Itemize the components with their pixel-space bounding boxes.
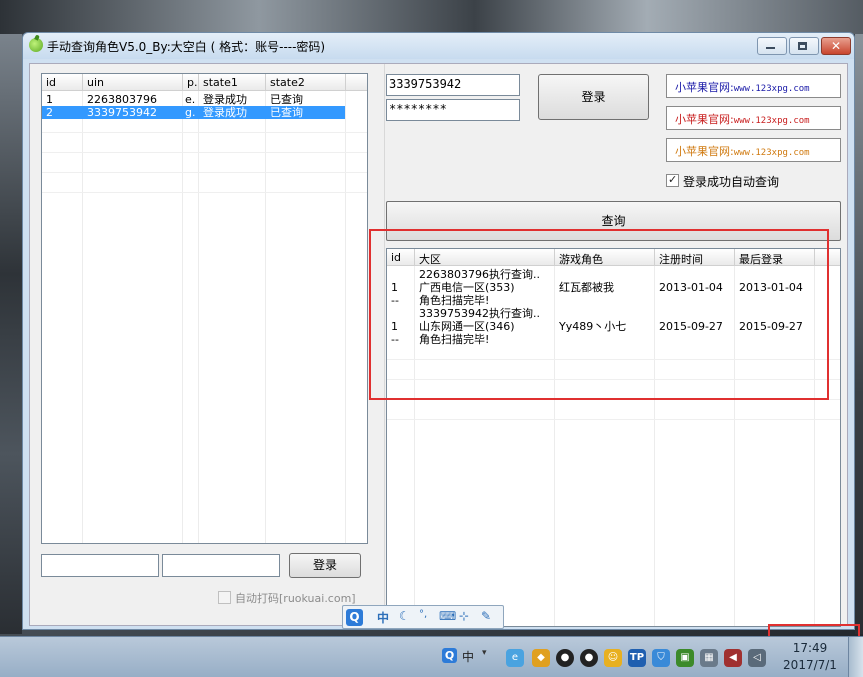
auto-query-checkbox[interactable] xyxy=(666,173,679,187)
cell-state1: 登录成功 xyxy=(203,106,247,119)
grid-line xyxy=(42,132,367,133)
title-bar[interactable]: 手动查询角色V5.0_By:大空白 ( 格式：账号----密码) ✕ xyxy=(23,33,854,59)
password-input[interactable] xyxy=(162,554,280,577)
site-link-orange[interactable]: 小苹果官网:www.123xpg.com xyxy=(666,138,841,162)
site-link-url: www.123xpg.com xyxy=(733,148,810,158)
cell-id: 1 xyxy=(46,93,53,106)
cell-p: g. xyxy=(185,106,196,119)
cell-state1: 登录成功 xyxy=(203,93,247,106)
apple-app-icon xyxy=(29,38,43,52)
clock-date: 2017/7/1 xyxy=(783,658,837,672)
site-link-prefix: 小苹果官网: xyxy=(675,113,734,126)
accounts-table-header: id uin p. state1 state2 xyxy=(42,74,367,91)
site-link-prefix: 小苹果官网: xyxy=(675,145,734,158)
game-tray-icon[interactable]: ◆ xyxy=(532,649,550,667)
grid-line xyxy=(387,419,840,420)
network-icon[interactable]: ▦ xyxy=(700,649,718,667)
emoji-tray-icon[interactable]: ☺ xyxy=(604,649,622,667)
qq-ime-tray-icon[interactable]: Q xyxy=(442,648,457,663)
punctuation-icon[interactable]: °, xyxy=(419,609,427,620)
grid-line xyxy=(42,192,367,193)
ime-toolbar[interactable]: Q 中 ☾ °, ⌨ ⊹ ✎ xyxy=(342,605,504,629)
table-row[interactable]: 1 2263803796 e. 登录成功 已查询 xyxy=(42,93,367,106)
moon-icon[interactable]: ☾ xyxy=(399,609,410,623)
volume-muted-icon[interactable]: ◀ xyxy=(724,649,742,667)
window-title: 手动查询角色V5.0_By:大空白 ( 格式：账号----密码) xyxy=(47,40,326,54)
header-id[interactable]: id xyxy=(42,74,83,91)
cell-p: e. xyxy=(185,93,196,106)
accounts-table[interactable]: id uin p. state1 state2 1 2263803796 e. … xyxy=(41,73,368,544)
cell-id: 2 xyxy=(46,106,53,119)
minimize-icon xyxy=(766,47,775,49)
account-input[interactable] xyxy=(41,554,159,577)
clock-time: 17:49 xyxy=(792,641,828,655)
site-link-url: www.123xpg.com xyxy=(733,84,810,94)
auto-captcha-checkbox[interactable] xyxy=(218,591,231,604)
cell-state2: 已查询 xyxy=(270,93,303,106)
bottom-login-button[interactable]: 登录 xyxy=(289,553,361,578)
highlight-results-box xyxy=(369,229,829,400)
qq-penguin-icon-2[interactable]: ● xyxy=(580,649,598,667)
close-button[interactable]: ✕ xyxy=(821,37,851,55)
wrench-icon[interactable]: ✎ xyxy=(481,609,491,623)
cell-uin: 3339753942 xyxy=(87,106,157,119)
qq-penguin-icon[interactable]: ● xyxy=(556,649,574,667)
grid-line xyxy=(82,91,83,543)
header-p[interactable]: p. xyxy=(183,74,199,91)
chevron-down-icon[interactable]: ▾ xyxy=(482,648,487,658)
speaker-icon[interactable]: ◁ xyxy=(748,649,766,667)
shield-icon[interactable]: ⛉ xyxy=(652,649,670,667)
close-icon: ✕ xyxy=(831,39,842,53)
nvidia-icon[interactable]: ▣ xyxy=(676,649,694,667)
desktop-wallpaper-top xyxy=(0,0,863,34)
site-link-blue[interactable]: 小苹果官网:www.123xpg.com xyxy=(666,74,841,98)
desktop-wallpaper-right xyxy=(855,34,863,634)
grid-line xyxy=(198,91,199,543)
tray-ime-mode[interactable]: 中 xyxy=(462,648,474,665)
grid-line xyxy=(42,152,367,153)
maximize-icon xyxy=(798,42,807,50)
login-password-field[interactable]: ******** xyxy=(386,99,520,121)
table-row-selected[interactable]: 2 3339753942 g. 登录成功 已查询 xyxy=(42,106,345,119)
desktop-wallpaper-left xyxy=(0,34,22,634)
tools-icon[interactable]: ⊹ xyxy=(459,609,469,623)
taskbar: Q 中 ▾ e ◆ ● ● ☺ TP ⛉ ▣ ▦ ◀ ◁ 17:49 2017/… xyxy=(0,636,863,677)
keyboard-icon[interactable]: ⌨ xyxy=(439,609,456,623)
show-desktop-button[interactable] xyxy=(848,637,863,677)
site-link-prefix: 小苹果官网: xyxy=(675,81,734,94)
grid-line xyxy=(265,91,266,543)
grid-line xyxy=(42,172,367,173)
maximize-button[interactable] xyxy=(789,37,819,55)
cell-state2: 已查询 xyxy=(270,106,303,119)
login-account-field[interactable]: 3339753942 xyxy=(386,74,520,96)
auto-query-label: 登录成功自动查询 xyxy=(683,175,780,189)
auto-captcha-label: 自动打码[ruokuai.com] xyxy=(235,592,356,605)
grid-line xyxy=(182,91,183,543)
browser-tray-icon[interactable]: e xyxy=(506,649,524,667)
qq-pinyin-icon[interactable]: Q xyxy=(346,609,363,626)
header-state1[interactable]: state1 xyxy=(199,74,266,91)
grid-line xyxy=(345,91,346,543)
ime-mode-toggle[interactable]: 中 xyxy=(377,609,389,626)
tp-tray-icon[interactable]: TP xyxy=(628,649,646,667)
cell-uin: 2263803796 xyxy=(87,93,157,106)
login-button[interactable]: 登录 xyxy=(538,74,649,120)
header-uin[interactable]: uin xyxy=(83,74,183,91)
site-link-red[interactable]: 小苹果官网:www.123xpg.com xyxy=(666,106,841,130)
header-state2[interactable]: state2 xyxy=(266,74,346,91)
minimize-button[interactable] xyxy=(757,37,787,55)
system-clock[interactable]: 17:49 2017/7/1 xyxy=(776,640,844,674)
site-link-url: www.123xpg.com xyxy=(733,116,810,126)
